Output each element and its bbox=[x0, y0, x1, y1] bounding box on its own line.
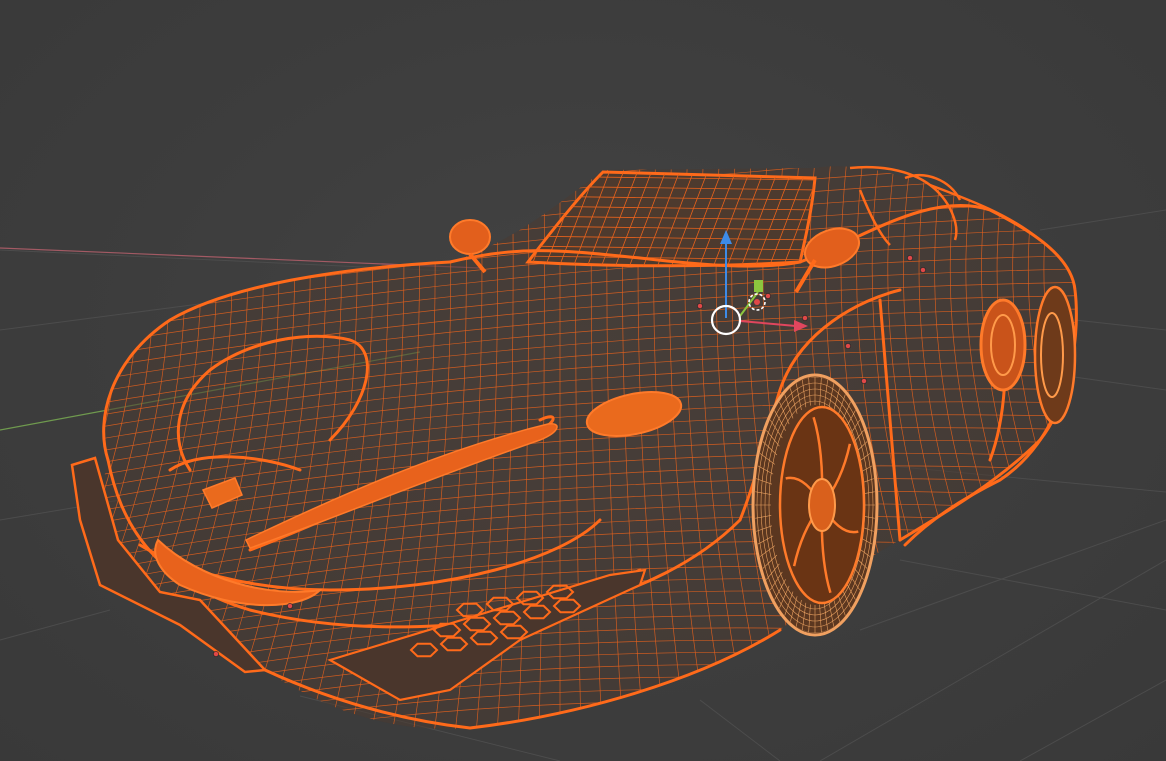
viewport-canvas[interactable] bbox=[0, 0, 1166, 761]
gizmo-y-handle[interactable] bbox=[754, 280, 763, 292]
3d-viewport[interactable] bbox=[0, 0, 1166, 761]
front-wheel bbox=[751, 373, 879, 637]
side-intake bbox=[979, 298, 1027, 392]
sports-car-mesh[interactable] bbox=[0, 120, 1166, 761]
rear-wheel bbox=[1033, 285, 1077, 425]
